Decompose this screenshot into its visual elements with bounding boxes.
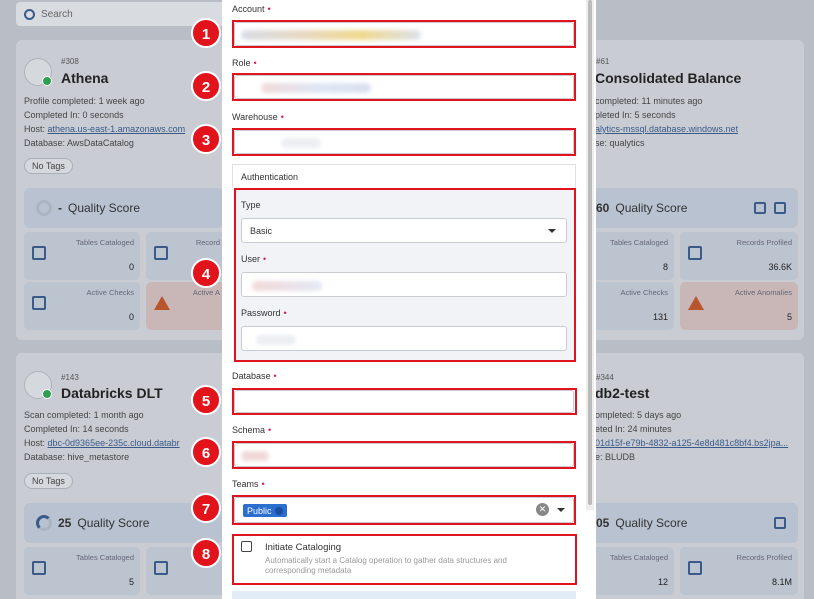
- stat-records-profiled: Records Profiled 8.1M: [680, 547, 798, 595]
- check-icon: [32, 296, 46, 310]
- calendar-icon[interactable]: [774, 202, 786, 214]
- authentication-header: Authentication: [232, 164, 576, 188]
- step-badge-8: 8: [191, 538, 221, 568]
- search-placeholder: Search: [41, 8, 73, 20]
- form-scrollbar[interactable]: [586, 0, 594, 510]
- account-highlight: [232, 20, 576, 48]
- teams-label: Teams •: [232, 479, 265, 489]
- step-badge-7: 7: [191, 493, 221, 523]
- database-label: Database •: [232, 371, 277, 381]
- completed-in: eted In: 24 minutes: [595, 424, 672, 434]
- stat-active-checks: Active Checks 0: [24, 282, 140, 330]
- authentication-highlight: [234, 188, 576, 362]
- completed-in: pleted In: 5 seconds: [595, 110, 676, 120]
- datasource-name: Consolidated Balance: [595, 70, 742, 86]
- account-label: Account •: [232, 4, 271, 14]
- quality-score: 60 Quality Score: [590, 188, 798, 228]
- database: Database: AwsDataCatalog: [24, 138, 134, 148]
- database-highlight: [232, 388, 577, 415]
- datasource-number: #308: [61, 57, 79, 66]
- warning-icon: [688, 296, 704, 310]
- list-icon: [154, 561, 168, 575]
- host: alytics-mssql.database.windows.net: [595, 124, 739, 134]
- list-icon: [688, 561, 702, 575]
- tag-badge[interactable]: No Tags: [24, 473, 73, 489]
- databricks-logo-icon: [24, 371, 52, 399]
- stat-tables-cataloged: Tables Cataloged 8: [590, 232, 674, 280]
- datasource-name: db2-test: [595, 385, 650, 401]
- cataloging-highlight: [232, 534, 577, 585]
- database: e: BLUDB: [595, 452, 636, 462]
- list-icon: [154, 246, 168, 260]
- quality-score: 05 Quality Score: [590, 503, 798, 543]
- hierarchy-icon[interactable]: [754, 202, 766, 214]
- datasource-number: #344: [596, 373, 614, 382]
- schema-highlight: [232, 441, 576, 469]
- tag-badge[interactable]: No Tags: [24, 158, 73, 174]
- table-icon: [32, 561, 46, 575]
- profile-status: Profile completed: 1 week ago: [24, 96, 145, 106]
- stat-tables-cataloged: Tables Cataloged 5: [24, 547, 140, 595]
- hierarchy-icon[interactable]: [774, 517, 786, 529]
- search-icon: [24, 8, 35, 20]
- step-badge-1: 1: [191, 18, 221, 48]
- scan-status: Scan completed: 1 month ago: [24, 410, 144, 420]
- athena-logo-icon: [24, 58, 52, 86]
- host: 01d15f-e79b-4832-a125-4e8d481c8bf4.bs2jp…: [595, 438, 789, 448]
- info-banner: [232, 591, 576, 599]
- list-icon: [688, 246, 702, 260]
- warehouse-highlight: [232, 128, 576, 156]
- completed-in: Completed In: 0 seconds: [24, 110, 124, 120]
- database: se: qualytics: [595, 138, 645, 148]
- stat-active-checks: Active Checks 131: [590, 282, 674, 330]
- step-badge-5: 5: [191, 385, 221, 415]
- role-label: Role •: [232, 58, 257, 68]
- stat-records-profiled: Records Profiled 36.6K: [680, 232, 798, 280]
- database: Database: hive_metastore: [24, 452, 130, 462]
- stat-tables-cataloged: Tables Cataloged 12: [590, 547, 674, 595]
- datasource-name: Databricks DLT: [61, 385, 163, 401]
- profile-status: ompleted: 5 days ago: [595, 410, 682, 420]
- step-badge-6: 6: [191, 437, 221, 467]
- step-badge-2: 2: [191, 71, 221, 101]
- score-ring-icon: [36, 200, 52, 216]
- completed-in: Completed In: 14 seconds: [24, 424, 129, 434]
- role-highlight: [232, 73, 576, 101]
- quality-score: - Quality Score: [24, 188, 224, 228]
- score-ring-icon: [36, 515, 52, 531]
- datasource-number: #143: [61, 373, 79, 382]
- stat-active-anomalies: Active Anomalies 5: [680, 282, 798, 330]
- datasource-card-db2[interactable]: #344 db2-test ompleted: 5 days ago eted …: [590, 353, 804, 599]
- schema-label: Schema •: [232, 425, 272, 435]
- warehouse-label: Warehouse •: [232, 112, 284, 122]
- step-badge-4: 4: [191, 258, 221, 288]
- teams-highlight: [232, 495, 576, 525]
- table-icon: [32, 246, 46, 260]
- datasource-number: #61: [596, 57, 610, 66]
- datasource-name: Athena: [61, 70, 109, 86]
- stat-active-anomalies: Active A: [146, 282, 226, 330]
- step-badge-3: 3: [191, 124, 221, 154]
- datasource-card-consolidated[interactable]: #61 Consolidated Balance completed: 11 m…: [590, 40, 804, 340]
- profile-status: completed: 11 minutes ago: [595, 96, 703, 106]
- stat-tables-cataloged: Tables Cataloged 0: [24, 232, 140, 280]
- warning-icon: [154, 296, 170, 310]
